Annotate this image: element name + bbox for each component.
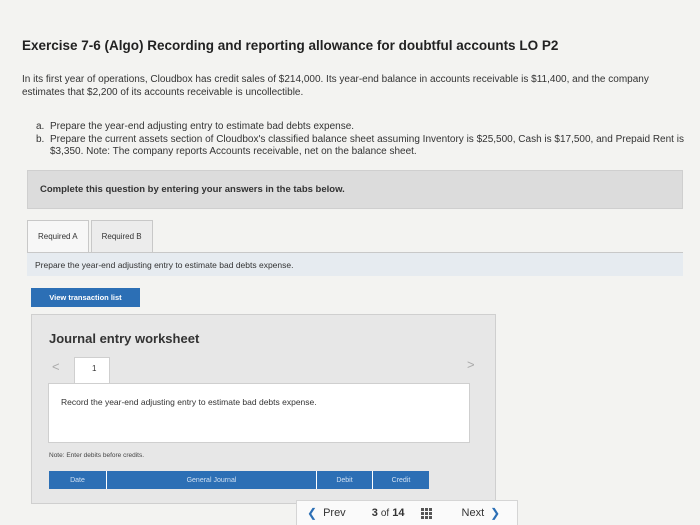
pagination-bar: ❮ Prev 3 of 14 Next ❯: [296, 500, 518, 525]
task-letter: b.: [36, 133, 45, 145]
task-list: a. Prepare the year-end adjusting entry …: [36, 121, 686, 159]
task-item: a. Prepare the year-end adjusting entry …: [36, 121, 686, 134]
page-of: of: [380, 508, 390, 519]
tab-required-b[interactable]: Required B: [90, 220, 153, 252]
instructions-banner: Complete this question by entering your …: [27, 170, 683, 209]
chevron-left-icon[interactable]: <: [52, 359, 60, 374]
page-total: 14: [392, 507, 405, 519]
record-instruction: Record the year-end adjusting entry to e…: [48, 383, 470, 443]
task-letter: a.: [36, 121, 45, 132]
prev-label: Prev: [323, 507, 346, 519]
journal-entry-worksheet: Journal entry worksheet < 1 > Record the…: [31, 314, 496, 504]
tab-instruction: Prepare the year-end adjusting entry to …: [27, 252, 683, 276]
chevron-right-icon: ❯: [490, 506, 501, 520]
column-date: Date: [49, 471, 107, 489]
exercise-intro: In its first year of operations, Cloudbo…: [22, 74, 649, 98]
banner-text: Complete this question by entering your …: [40, 184, 345, 195]
prev-button[interactable]: ❮ Prev: [307, 506, 346, 520]
tab-required-a[interactable]: Required A: [27, 220, 89, 252]
page-indicator: 3 of 14: [372, 507, 405, 519]
grid-icon[interactable]: [420, 507, 432, 519]
task-text: Prepare the year-end adjusting entry to …: [50, 121, 355, 132]
next-label: Next: [461, 507, 485, 519]
worksheet-title: Journal entry worksheet: [49, 331, 200, 346]
entry-tab-1[interactable]: 1: [74, 357, 110, 383]
worksheet-note: Note: Enter debits before credits.: [49, 452, 145, 459]
column-debit: Debit: [317, 471, 373, 489]
view-transaction-list-button[interactable]: View transaction list: [31, 288, 140, 307]
tab-bar: Required A Required B: [27, 220, 153, 252]
journal-table-header: Date General Journal Debit Credit: [49, 471, 429, 489]
chevron-right-icon[interactable]: >: [467, 357, 475, 372]
column-credit: Credit: [373, 471, 429, 489]
task-item: b. Prepare the current assets section of…: [36, 134, 686, 159]
chevron-left-icon: ❮: [307, 506, 318, 520]
page-current: 3: [371, 507, 378, 519]
task-text: Prepare the current assets section of Cl…: [50, 133, 684, 158]
column-general-journal: General Journal: [107, 471, 317, 489]
exercise-title: Exercise 7-6 (Algo) Recording and report…: [22, 38, 559, 53]
next-button[interactable]: Next ❯: [462, 506, 501, 520]
